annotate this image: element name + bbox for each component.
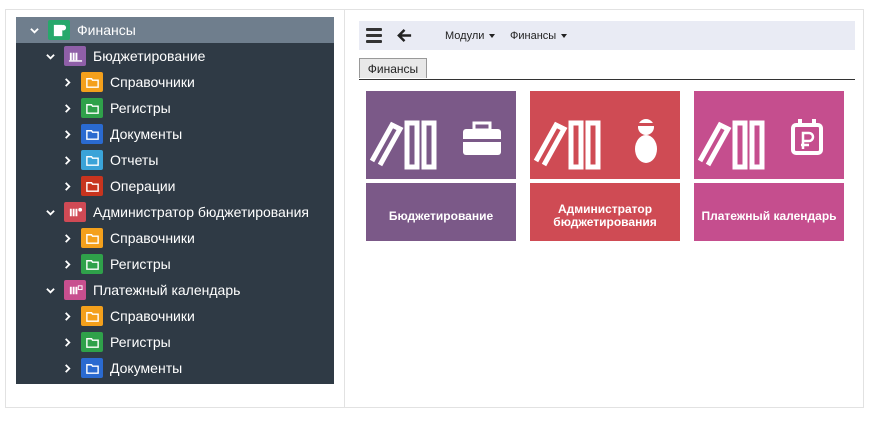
- chevron-right-icon[interactable]: [60, 225, 74, 251]
- menu-finance[interactable]: Финансы: [510, 21, 568, 50]
- menu-finance-label: Финансы: [510, 29, 557, 42]
- tab-bar: Финансы: [359, 57, 855, 80]
- payment-calendar-module-icon: [64, 280, 86, 300]
- folder-icon: [81, 176, 103, 196]
- tree-item-reports[interactable]: Отчеты: [16, 147, 334, 173]
- tree-item-label: Документы: [110, 126, 183, 142]
- caret-down-icon: [561, 33, 568, 38]
- tree-item-registers[interactable]: Регистры: [16, 329, 334, 355]
- tree-item-registers[interactable]: Регистры: [16, 95, 334, 121]
- tree-item-label: Справочники: [110, 230, 195, 246]
- tree-item-label: Регистры: [110, 100, 171, 116]
- panel-divider: [344, 10, 345, 407]
- folder-icon: [81, 150, 103, 170]
- tree-item-label: Регистры: [110, 334, 171, 350]
- caret-down-icon: [489, 33, 496, 38]
- tree-item-label: Регистры: [110, 256, 171, 272]
- tile-label: Платежный календарь: [701, 209, 837, 223]
- tree-root-label: Финансы: [77, 22, 136, 38]
- folder-icon: [81, 124, 103, 144]
- chevron-right-icon[interactable]: [60, 173, 74, 199]
- folder-icon: [81, 98, 103, 118]
- chevron-right-icon[interactable]: [60, 95, 74, 121]
- folder-icon: [81, 72, 103, 92]
- folder-icon: [81, 254, 103, 274]
- folder-icon: [81, 306, 103, 326]
- folder-icon: [81, 228, 103, 248]
- chevron-down-icon[interactable]: [27, 17, 41, 43]
- chevron-right-icon[interactable]: [60, 121, 74, 147]
- toolbar: Модули Финансы: [359, 21, 855, 50]
- chevron-right-icon[interactable]: [60, 355, 74, 381]
- finance-icon: [48, 20, 70, 40]
- tree-item-label: Документы: [110, 360, 183, 376]
- back-arrow-icon[interactable]: [396, 27, 413, 44]
- budgeting-module-icon: [64, 46, 86, 66]
- chevron-down-icon[interactable]: [43, 277, 57, 303]
- tree-item-registers[interactable]: Регистры: [16, 251, 334, 277]
- tree-item-catalogs[interactable]: Справочники: [16, 303, 334, 329]
- tree-item-documents[interactable]: Документы: [16, 355, 334, 381]
- tab-finance[interactable]: Финансы: [359, 58, 427, 78]
- tree-group-label: Администратор бюджетирования: [93, 204, 309, 220]
- tree-item-label: Отчеты: [110, 152, 159, 168]
- budget-admin-module-icon: [64, 202, 86, 222]
- tile-label-line2: бюджетирования: [553, 215, 657, 229]
- menu-modules[interactable]: Модули: [445, 21, 496, 50]
- module-tree: Финансы Бюджетирование Справочники Регис…: [16, 17, 334, 384]
- tile-budget-admin[interactable]: Администратор бюджетирования: [530, 91, 680, 241]
- chevron-down-icon[interactable]: [43, 43, 57, 69]
- tree-item-label: Справочники: [110, 308, 195, 324]
- tree-group-label: Платежный календарь: [93, 282, 241, 298]
- tree-item-operations[interactable]: Операции: [16, 173, 334, 199]
- menu-modules-label: Модули: [445, 29, 485, 42]
- chevron-right-icon[interactable]: [60, 329, 74, 355]
- tree-group-budget-admin[interactable]: Администратор бюджетирования: [16, 199, 334, 225]
- chevron-right-icon[interactable]: [60, 303, 74, 329]
- tile-payment-calendar[interactable]: Платежный календарь: [694, 91, 844, 241]
- tree-group-budgeting[interactable]: Бюджетирование: [16, 43, 334, 69]
- tree-item-label: Операции: [110, 178, 176, 194]
- tree-item-catalogs[interactable]: Справочники: [16, 69, 334, 95]
- tree-item-documents[interactable]: Документы: [16, 121, 334, 147]
- tree-group-payment-calendar[interactable]: Платежный календарь: [16, 277, 334, 303]
- folder-icon: [81, 332, 103, 352]
- tree-root-finance[interactable]: Финансы: [16, 17, 334, 43]
- person-icon: [635, 119, 657, 163]
- tile-budgeting[interactable]: Бюджетирование: [366, 91, 516, 241]
- tile-label: Бюджетирование: [388, 209, 494, 223]
- tree-group-label: Бюджетирование: [93, 48, 206, 64]
- tree-item-catalogs[interactable]: Справочники: [16, 225, 334, 251]
- ruble-calendar-icon: [791, 119, 823, 155]
- chevron-right-icon[interactable]: [60, 147, 74, 173]
- briefcase-icon: [463, 121, 501, 155]
- folder-icon: [81, 358, 103, 378]
- hamburger-menu-icon[interactable]: [366, 28, 382, 43]
- chevron-right-icon[interactable]: [60, 251, 74, 277]
- chevron-down-icon[interactable]: [43, 199, 57, 225]
- chevron-right-icon[interactable]: [60, 69, 74, 95]
- tree-item-label: Справочники: [110, 74, 195, 90]
